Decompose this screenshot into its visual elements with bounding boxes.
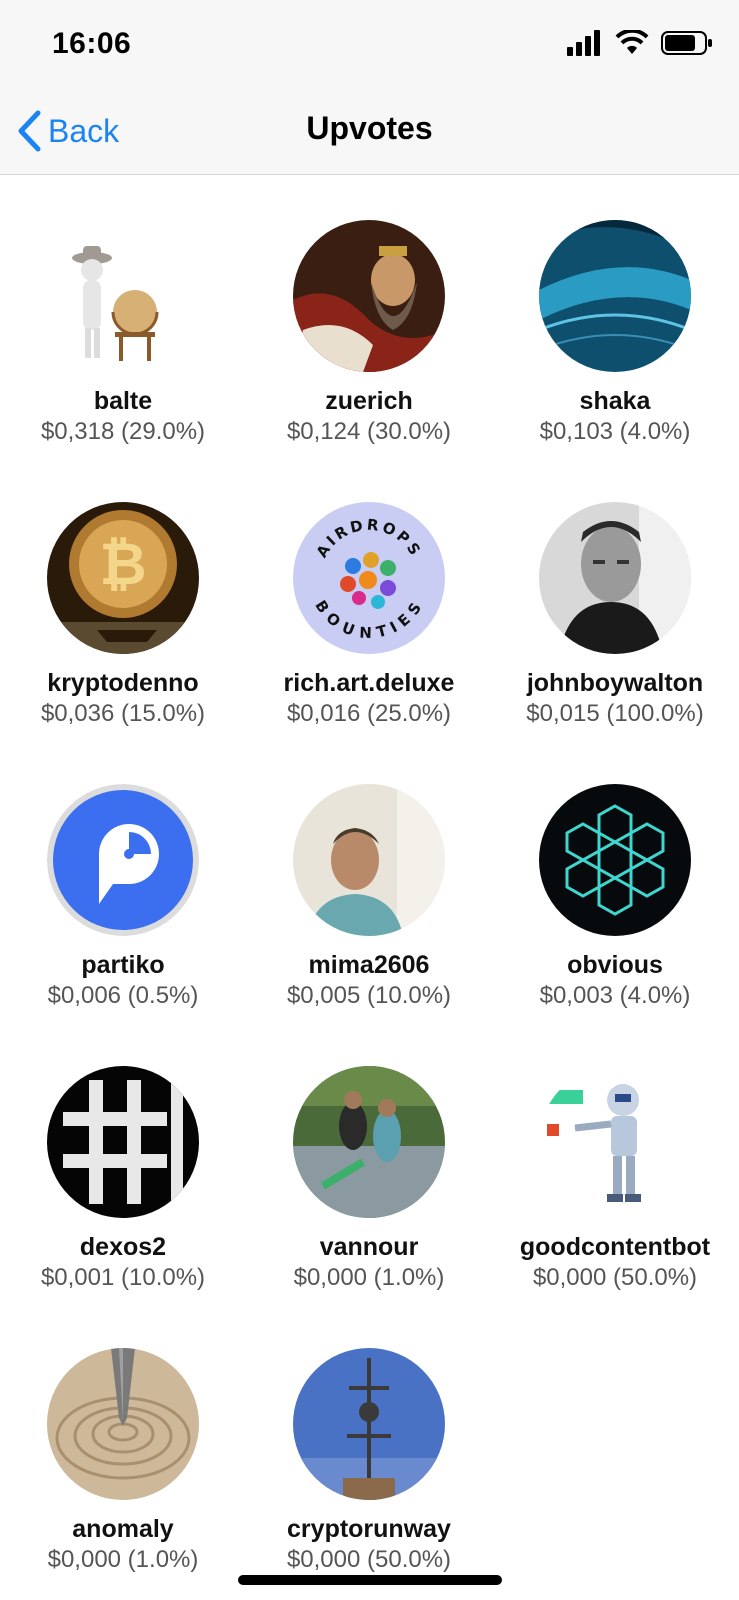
voter-amount: $0,036 (15.0%) (40, 700, 206, 727)
sand-spiral-avatar-icon (47, 1348, 199, 1500)
voter-name: johnboywalton (526, 669, 704, 697)
voter-name: dexos2 (79, 1233, 167, 1261)
man-portrait-avatar-icon (293, 784, 445, 936)
voter-name: anomaly (72, 1515, 174, 1543)
battery-icon (661, 31, 712, 55)
voter-amount: $0,016 (25.0%) (286, 700, 452, 727)
voter-cell-rich-art-deluxe[interactable]: AIRDROPS BOUNTIES rich.art.deluxe $0,016… (246, 457, 492, 744)
voter-amount: $0,318 (29.0%) (40, 418, 206, 445)
avatar (539, 502, 691, 654)
avatar (293, 1348, 445, 1500)
avatar (539, 1066, 691, 1218)
avatar (47, 784, 199, 936)
voter-cell-cryptorunway[interactable]: cryptorunway $0,000 (50.0%) (246, 1303, 492, 1590)
voter-cell-partiko[interactable]: partiko $0,006 (0.5%) (0, 739, 246, 1026)
voter-cell-anomaly[interactable]: anomaly $0,000 (1.0%) (0, 1303, 246, 1590)
avatar (539, 784, 691, 936)
signal-icon (567, 30, 600, 56)
avatar (47, 1066, 199, 1218)
navigation-bar: Back Upvotes (0, 90, 739, 175)
status-time: 16:06 (52, 27, 132, 60)
voter-cell-mima2606[interactable]: mima2606 $0,005 (10.0%) (246, 739, 492, 1026)
voter-name: rich.art.deluxe (283, 669, 455, 697)
voter-cell-dexos2[interactable]: dexos2 $0,001 (10.0%) (0, 1021, 246, 1308)
voter-name: partiko (81, 951, 165, 979)
voter-name: kryptodenno (47, 669, 199, 697)
painting-portrait-avatar-icon (293, 220, 445, 372)
avatar (293, 220, 445, 372)
avatar: ₿ (47, 502, 199, 654)
voter-cell-shaka[interactable]: shaka $0,103 (4.0%) (492, 175, 738, 462)
voter-name: vannour (319, 1233, 419, 1261)
voter-cell-vannour[interactable]: vannour $0,000 (1.0%) (246, 1021, 492, 1308)
voter-amount: $0,015 (100.0%) (526, 700, 704, 727)
voter-cell-kryptodenno[interactable]: ₿ kryptodenno $0,036 (15.0%) (0, 457, 246, 744)
voter-amount: $0,003 (4.0%) (539, 982, 691, 1009)
voter-cell-obvious[interactable]: obvious $0,003 (4.0%) (492, 739, 738, 1026)
voter-cell-zuerich[interactable]: zuerich $0,124 (30.0%) (246, 175, 492, 462)
wifi-icon (615, 30, 649, 54)
bw-portrait-avatar-icon (539, 502, 691, 654)
voter-name: mima2606 (308, 951, 430, 979)
page-title: Upvotes (306, 110, 433, 146)
voter-name: zuerich (325, 387, 413, 415)
voter-amount: $0,124 (30.0%) (286, 418, 452, 445)
globe-figure-avatar-icon (47, 220, 199, 372)
voter-amount: $0,001 (10.0%) (40, 1264, 206, 1291)
voter-amount: $0,000 (50.0%) (286, 1546, 452, 1573)
voter-name: cryptorunway (287, 1515, 451, 1543)
blue-wave-avatar-icon (539, 220, 691, 372)
home-indicator[interactable] (238, 1575, 502, 1585)
voter-cell-balte[interactable]: balte $0,318 (29.0%) (0, 175, 246, 462)
voter-name: obvious (567, 951, 663, 979)
voter-amount: $0,000 (1.0%) (293, 1264, 445, 1291)
sky-sculpture-avatar-icon (293, 1348, 445, 1500)
svg-text:₿: ₿ (99, 530, 146, 598)
voter-amount: $0,103 (4.0%) (539, 418, 691, 445)
voter-amount: $0,000 (50.0%) (532, 1264, 698, 1291)
partiko-logo-avatar-icon (47, 784, 199, 936)
avatar (539, 220, 691, 372)
voter-amount: $0,006 (0.5%) (47, 982, 199, 1009)
avatar: AIRDROPS BOUNTIES (293, 502, 445, 654)
hashtag-avatar-icon (47, 1066, 199, 1218)
avatar (47, 1348, 199, 1500)
voter-cell-goodcontentbot[interactable]: goodcontentbot $0,000 (50.0%) (492, 1021, 738, 1308)
avatar (293, 1066, 445, 1218)
voter-name: balte (93, 387, 153, 415)
voter-amount: $0,000 (1.0%) (47, 1546, 199, 1573)
voter-name: shaka (579, 387, 651, 415)
voter-cell-johnboywalton[interactable]: johnboywalton $0,015 (100.0%) (492, 457, 738, 744)
robot-avatar-icon (539, 1066, 691, 1218)
river-people-avatar-icon (293, 1066, 445, 1218)
bitcoin-coin-avatar-icon: ₿ (47, 502, 199, 654)
neon-hexagons-avatar-icon (539, 784, 691, 936)
avatar (47, 220, 199, 372)
avatar (293, 784, 445, 936)
status-bar: 16:06 (0, 0, 739, 90)
voter-name: goodcontentbot (519, 1233, 711, 1261)
voter-amount: $0,005 (10.0%) (286, 982, 452, 1009)
airdrops-bounties-avatar-icon: AIRDROPS BOUNTIES (293, 502, 445, 654)
